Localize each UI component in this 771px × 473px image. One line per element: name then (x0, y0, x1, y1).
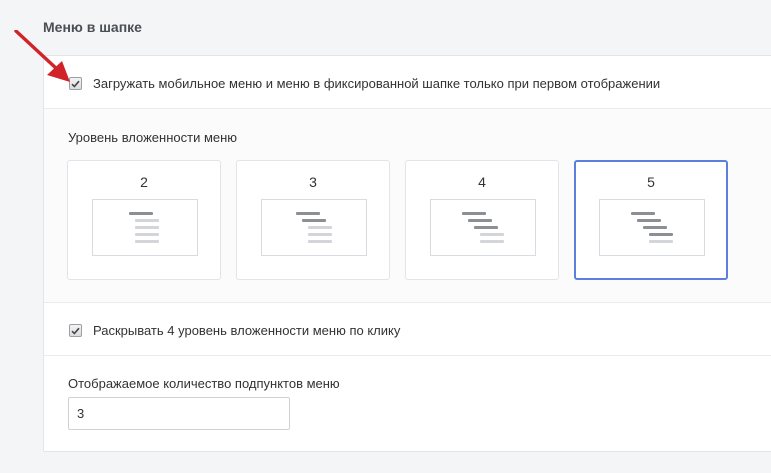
nesting-level-card-2[interactable]: 2 (67, 160, 221, 280)
row-load-menu: Загружать мобильное меню и меню в фиксир… (44, 56, 771, 109)
expand-level4-checkbox[interactable] (69, 324, 82, 337)
nesting-level-label: Уровень вложенности меню (68, 130, 238, 145)
nesting-level-card-5[interactable]: 5 (574, 160, 728, 280)
nesting-level-card-3[interactable]: 3 (236, 160, 390, 280)
checkmark-icon (71, 327, 80, 335)
nesting-level-cards: 2 3 4 5 (67, 160, 728, 280)
load-menu-option[interactable]: Загружать мобильное меню и меню в фиксир… (69, 76, 660, 91)
card-number: 5 (647, 174, 655, 190)
menu-preview-icon (430, 199, 536, 256)
settings-panel: Загружать мобильное меню и меню в фиксир… (43, 55, 771, 452)
expand-level4-label: Раскрывать 4 уровень вложенности меню по… (93, 323, 401, 338)
card-number: 4 (478, 174, 486, 190)
row-nesting-level: Уровень вложенности меню 2 3 4 5 (44, 109, 771, 303)
subitems-count-label: Отображаемое количество подпунктов меню (68, 376, 340, 391)
menu-preview-icon (261, 199, 367, 256)
red-arrow-icon (14, 30, 70, 82)
card-number: 2 (140, 174, 148, 190)
menu-preview-icon (92, 199, 198, 256)
load-menu-label: Загружать мобильное меню и меню в фиксир… (93, 76, 661, 91)
menu-preview-icon (599, 199, 705, 256)
card-number: 3 (309, 174, 317, 190)
subitems-count-input[interactable] (68, 397, 290, 430)
expand-level4-option[interactable]: Раскрывать 4 уровень вложенности меню по… (69, 323, 400, 338)
nesting-level-card-4[interactable]: 4 (405, 160, 559, 280)
row-expand-level4: Раскрывать 4 уровень вложенности меню по… (44, 303, 771, 356)
